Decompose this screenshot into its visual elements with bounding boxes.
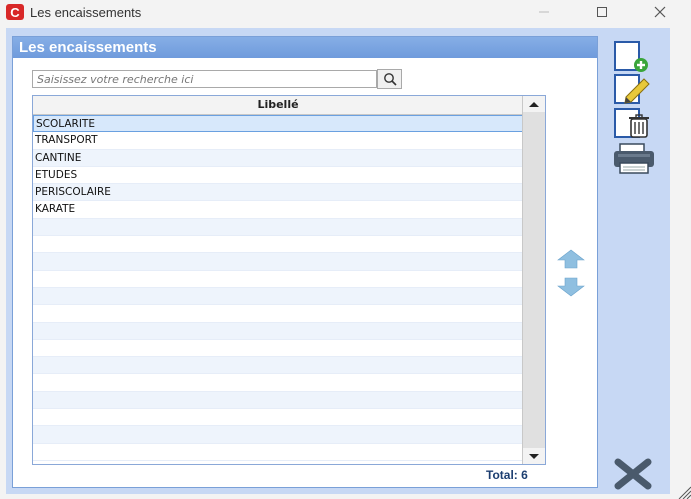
- empty-table-row[interactable]: [33, 374, 523, 392]
- list-grid: Libellé SCOLARITE TRANSPORT CANTINE ETUD…: [32, 95, 546, 465]
- empty-table-row[interactable]: [33, 340, 523, 358]
- empty-table-row[interactable]: [33, 271, 523, 288]
- table-row[interactable]: PERISCOLAIRE: [33, 184, 523, 202]
- empty-table-row[interactable]: [33, 287, 523, 306]
- minimize-icon: [539, 11, 549, 13]
- resize-grip-icon[interactable]: [677, 485, 691, 499]
- edit-pencil-icon[interactable]: [612, 73, 656, 107]
- maximize-button[interactable]: [582, 0, 622, 24]
- table-row[interactable]: CANTINE: [33, 149, 523, 167]
- table-row[interactable]: TRANSPORT: [33, 132, 523, 150]
- arrow-down-icon: [529, 453, 539, 459]
- close-window-button[interactable]: [640, 0, 680, 24]
- empty-table-row[interactable]: [33, 444, 523, 461]
- arrow-up-icon: [529, 101, 539, 107]
- grid-rows: SCOLARITE TRANSPORT CANTINE ETUDES PERIS…: [33, 115, 523, 461]
- svg-text:C: C: [10, 5, 20, 20]
- empty-table-row[interactable]: [33, 322, 523, 340]
- printer-icon[interactable]: [612, 141, 656, 175]
- window-title: Les encaissements: [30, 5, 142, 20]
- empty-table-row[interactable]: [33, 357, 523, 375]
- move-down-button[interactable]: [557, 277, 585, 297]
- search-input[interactable]: Saisissez votre recherche ici: [32, 70, 377, 88]
- search-icon: [383, 73, 397, 86]
- empty-table-row[interactable]: [33, 236, 523, 254]
- title-bar: C Les encaissements: [0, 0, 691, 24]
- empty-table-row[interactable]: [33, 218, 523, 237]
- app-logo-icon: C: [6, 4, 24, 20]
- close-x-icon[interactable]: [613, 458, 653, 490]
- delete-trash-icon[interactable]: [612, 107, 656, 141]
- vertical-scrollbar[interactable]: [522, 96, 545, 464]
- scroll-down-button[interactable]: [523, 448, 545, 464]
- scroll-up-button[interactable]: [523, 96, 545, 112]
- maximize-icon: [597, 7, 607, 17]
- table-row[interactable]: SCOLARITE: [33, 115, 523, 133]
- minimize-button[interactable]: [524, 0, 564, 24]
- search-button[interactable]: [377, 69, 402, 89]
- empty-table-row[interactable]: [33, 426, 523, 444]
- empty-table-row[interactable]: [33, 391, 523, 410]
- add-document-icon[interactable]: [612, 40, 656, 74]
- table-row[interactable]: ETUDES: [33, 167, 523, 185]
- move-up-button[interactable]: [557, 249, 585, 269]
- panel-title: Les encaissements: [13, 37, 597, 58]
- empty-table-row[interactable]: [33, 253, 523, 271]
- empty-table-row[interactable]: [33, 409, 523, 427]
- close-icon: [654, 6, 666, 18]
- table-row[interactable]: KARATE: [33, 201, 523, 219]
- empty-table-row[interactable]: [33, 305, 523, 323]
- column-header-libelle[interactable]: Libellé: [33, 96, 523, 115]
- total-count: Total: 6: [486, 468, 528, 482]
